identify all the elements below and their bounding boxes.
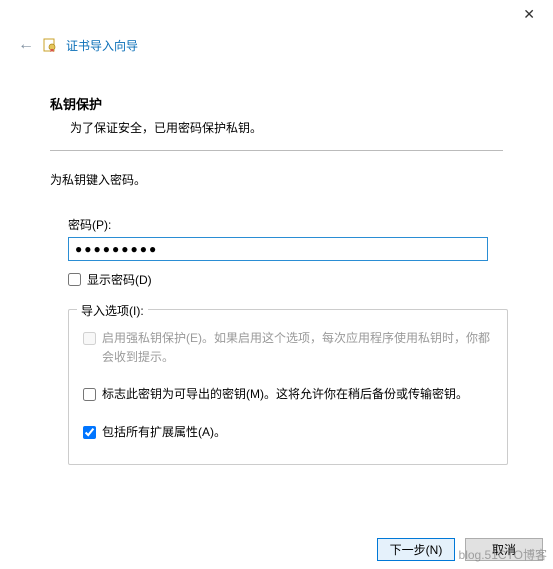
option-strong-protection-label: 启用强私钥保护(E)。如果启用这个选项，每次应用程序使用私钥时，你都会收到提示。 <box>102 329 493 367</box>
instruction-text: 为私钥键入密码。 <box>50 171 503 188</box>
import-options-fieldset: 导入选项(I): 启用强私钥保护(E)。如果启用这个选项，每次应用程序使用私钥时… <box>68 309 508 465</box>
option-extended-attrs: 包括所有扩展属性(A)。 <box>83 423 493 442</box>
section-description: 为了保证安全，已用密码保护私钥。 <box>70 119 503 136</box>
close-icon[interactable]: ✕ <box>513 4 545 25</box>
wizard-content: 私钥保护 为了保证安全，已用密码保护私钥。 为私钥键入密码。 密码(P): 显示… <box>0 64 553 475</box>
divider <box>50 150 503 151</box>
show-password-label: 显示密码(D) <box>87 271 152 289</box>
option-strong-protection: 启用强私钥保护(E)。如果启用这个选项，每次应用程序使用私钥时，你都会收到提示。 <box>83 329 493 367</box>
import-options-title: 导入选项(I): <box>77 302 148 319</box>
option-exportable-checkbox[interactable] <box>83 388 96 401</box>
wizard-header: ← 证书导入向导 <box>0 32 553 64</box>
password-label: 密码(P): <box>68 216 503 233</box>
password-input[interactable] <box>68 237 488 261</box>
password-group: 密码(P): 显示密码(D) <box>68 216 503 289</box>
section-heading: 私钥保护 <box>50 94 503 113</box>
back-arrow-icon[interactable]: ← <box>18 36 34 54</box>
option-extended-attrs-label: 包括所有扩展属性(A)。 <box>102 423 226 442</box>
titlebar: ✕ <box>0 0 553 32</box>
wizard-title: 证书导入向导 <box>66 37 138 54</box>
option-extended-attrs-checkbox[interactable] <box>83 426 96 439</box>
option-strong-protection-checkbox <box>83 332 96 345</box>
next-button[interactable]: 下一步(N) <box>377 538 455 561</box>
cancel-button[interactable]: 取消 <box>465 538 543 561</box>
wizard-footer: 下一步(N) 取消 <box>377 538 543 561</box>
option-exportable: 标志此密钥为可导出的密钥(M)。这将允许你在稍后备份或传输密钥。 <box>83 385 493 404</box>
certificate-icon <box>42 37 58 53</box>
show-password-checkbox[interactable] <box>68 273 81 286</box>
option-exportable-label: 标志此密钥为可导出的密钥(M)。这将允许你在稍后备份或传输密钥。 <box>102 385 468 404</box>
